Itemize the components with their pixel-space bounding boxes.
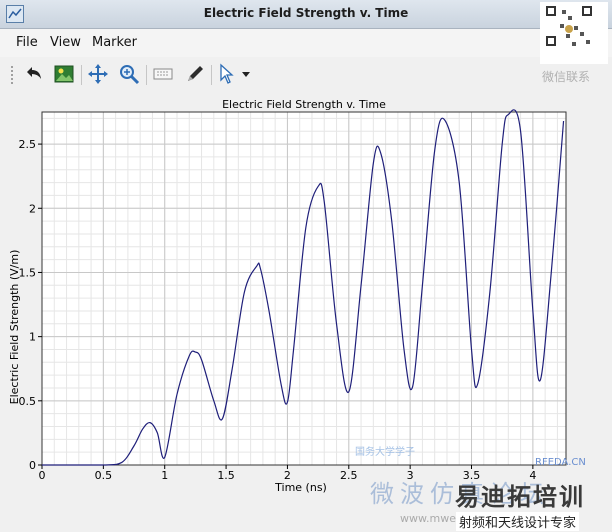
title-bar: Electric Field Strength v. Time (0, 0, 612, 29)
y-tick-label: 2 (29, 202, 36, 215)
chart-grid (41, 112, 566, 466)
pointer-icon[interactable] (217, 63, 239, 85)
back-arrow-icon[interactable] (23, 63, 45, 85)
chart-title: Electric Field Strength v. Time (222, 98, 386, 111)
toolbar-separator (146, 65, 147, 85)
watermark-brand: RFEDA.CN (535, 457, 586, 468)
x-tick-label: 1 (161, 469, 168, 482)
watermark-line1: 国务大学学子 (355, 447, 415, 458)
chart-svg[interactable]: Electric Field Strength v. Time 0 0.5 1 1.5… (0, 92, 612, 502)
y-tick-label: 0 (29, 459, 36, 472)
window-title: Electric Field Strength v. Time (203, 6, 409, 20)
zoom-icon[interactable] (118, 63, 140, 85)
x-axis-label: Time (ns) (274, 481, 327, 494)
menu-view[interactable]: View (50, 35, 81, 50)
toolbar-separator (211, 65, 212, 85)
y-tick-label: 2.5 (19, 138, 37, 151)
x-tick-label: 2.5 (340, 469, 358, 482)
x-tick-label: 1.5 (217, 469, 235, 482)
toolbar (0, 57, 612, 91)
y-tick-label: 1 (29, 331, 36, 344)
x-tick-label: 0 (39, 469, 46, 482)
pan-icon[interactable] (87, 63, 109, 85)
plot-background (42, 112, 566, 465)
qr-code-watermark (540, 2, 608, 64)
toolbar-separator (81, 65, 82, 85)
plot-area[interactable]: Electric Field Strength v. Time 0 0.5 1 1.5… (0, 92, 612, 502)
image-icon[interactable] (53, 63, 75, 85)
pen-icon[interactable] (184, 63, 206, 85)
y-axis-label: Electric Field Strength (V/m) (8, 250, 21, 405)
menu-file[interactable]: File (16, 35, 38, 50)
watermark-line3: 射频和天线设计专家 (456, 512, 580, 531)
dropdown-arrow-icon[interactable] (240, 63, 252, 85)
toolbar-grip[interactable] (10, 65, 14, 85)
y-tick-label: 1.5 (19, 266, 37, 279)
y-tick-label: 0.5 (19, 395, 37, 408)
wechat-watermark: 微信联系 (542, 70, 591, 84)
keyboard-icon[interactable] (152, 63, 174, 85)
menu-bar: File View Marker (0, 29, 612, 57)
x-tick-label: 0.5 (95, 469, 113, 482)
watermark-cn-brand: 易迪拓培训 (455, 483, 585, 511)
menu-marker[interactable]: Marker (92, 35, 137, 50)
